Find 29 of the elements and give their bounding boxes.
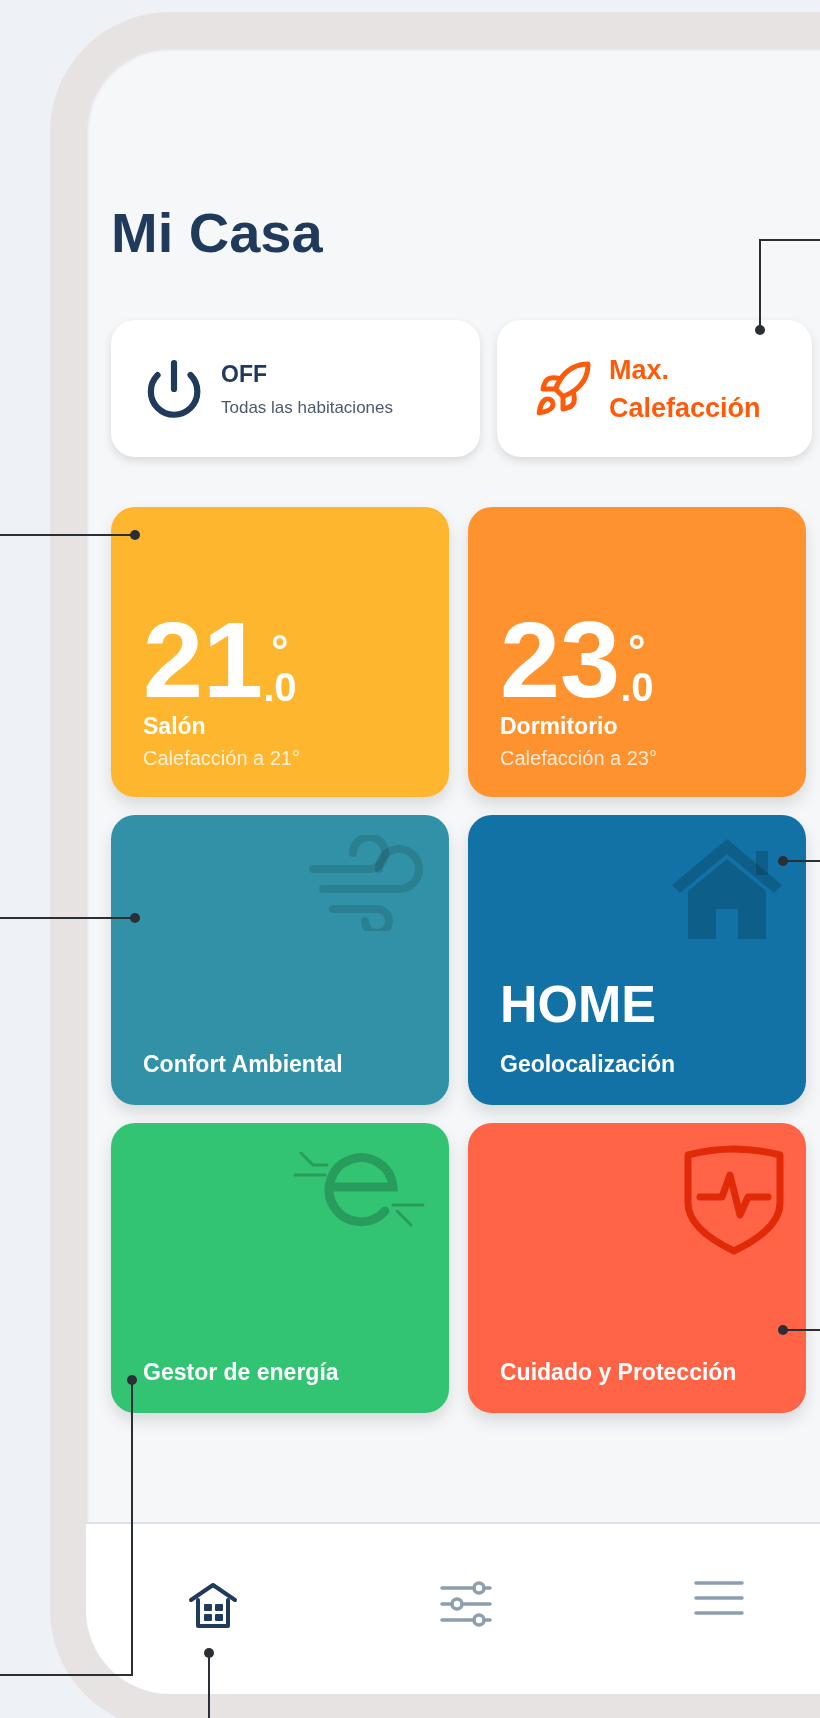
tile-card[interactable]: Cuidado y Protección xyxy=(468,1123,806,1413)
temperature-value: 21 xyxy=(143,614,264,705)
max-heating-button[interactable]: Max. Calefacción xyxy=(497,320,812,457)
temperature-value: 23 xyxy=(500,614,621,705)
action-title: Max. Calefacción xyxy=(609,353,762,425)
tile-card[interactable]: HOME Geolocalización xyxy=(468,815,806,1105)
tile-card[interactable]: Confort Ambiental xyxy=(111,815,449,1105)
room-name: Salón xyxy=(143,711,207,741)
tile-label: Geolocalización xyxy=(500,1049,677,1079)
room-name: Dormitorio xyxy=(500,711,619,741)
room-status: Calefacción a 23° xyxy=(500,746,658,771)
degree-sign: ° xyxy=(628,632,646,669)
page-title: Mi Casa xyxy=(111,200,324,266)
action-title: OFF xyxy=(221,359,268,389)
temperature-decimal: .0 xyxy=(263,668,297,705)
leader-line xyxy=(204,1648,214,1718)
tile-label: Confort Ambiental xyxy=(143,1049,344,1079)
tile-label: Cuidado y Protección xyxy=(500,1357,738,1387)
temperature-decimal: .0 xyxy=(620,668,654,705)
degree-sign: ° xyxy=(271,632,289,669)
tile-card[interactable]: Gestor de energía xyxy=(111,1123,449,1413)
leader-line xyxy=(778,856,820,866)
room-status: Calefacción a 21° xyxy=(143,746,301,771)
power-off-button[interactable]: OFF Todas las habitaciones xyxy=(111,320,480,457)
status-value: HOME xyxy=(500,973,657,1035)
leader-line xyxy=(778,1325,820,1335)
shield-pulse-icon xyxy=(682,1143,786,1255)
tile-label: Gestor de energía xyxy=(143,1357,340,1387)
action-subtitle: Todas las habitaciones xyxy=(221,397,393,419)
